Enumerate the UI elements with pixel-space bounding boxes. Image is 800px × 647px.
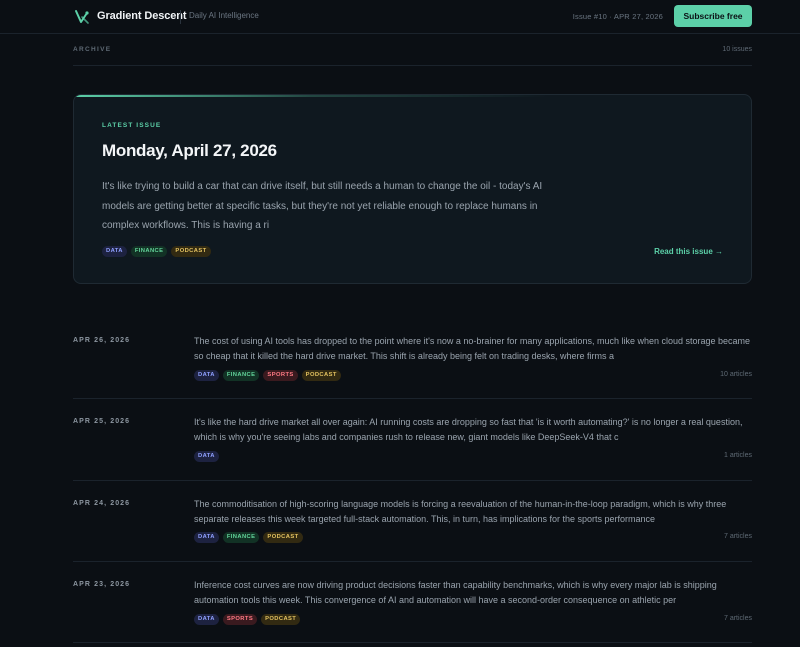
row-divider xyxy=(73,561,752,562)
tag-data[interactable]: DATA xyxy=(194,614,219,625)
featured-issue-title[interactable]: Monday, April 27, 2026 xyxy=(102,141,277,161)
issue-summary[interactable]: The cost of using AI tools has dropped t… xyxy=(194,334,752,363)
tag-data[interactable]: DATA xyxy=(194,451,219,462)
tag-finance[interactable]: FINANCE xyxy=(222,370,260,381)
issue-summary[interactable]: It's like the hard drive market all over… xyxy=(194,415,752,444)
row-divider xyxy=(73,642,752,643)
issue-date: APR 26, 2026 xyxy=(73,337,131,344)
issue-row[interactable]: APR 24, 2026 The commoditisation of high… xyxy=(73,497,752,550)
gradient-descent-logo-icon[interactable] xyxy=(73,8,91,26)
tag-data[interactable]: DATA xyxy=(102,246,127,257)
tag-data[interactable]: DATA xyxy=(194,370,219,381)
issue-date: APR 24, 2026 xyxy=(73,500,131,507)
issue-article-count: 1 articles xyxy=(723,452,752,459)
archive-divider xyxy=(73,65,752,66)
tag-podcast[interactable]: PODCAST xyxy=(301,370,341,381)
tag-sports[interactable]: SPORTS xyxy=(263,370,298,381)
archive-heading: ARCHIVE xyxy=(73,46,112,53)
tag-finance[interactable]: FINANCE xyxy=(130,246,168,257)
issue-date: APR 25, 2026 xyxy=(73,418,131,425)
featured-tag-list: DATA FINANCE PODCAST xyxy=(102,246,211,257)
issue-row[interactable]: APR 25, 2026 It's like the hard drive ma… xyxy=(73,415,752,468)
issue-summary[interactable]: The commoditisation of high-scoring lang… xyxy=(194,497,752,526)
tag-podcast[interactable]: PODCAST xyxy=(263,532,303,543)
latest-issue-label: LATEST ISSUE xyxy=(102,122,162,129)
archive-issue-count: 10 issues xyxy=(722,46,752,53)
tag-podcast[interactable]: PODCAST xyxy=(171,246,211,257)
featured-issue-card[interactable]: LATEST ISSUE Monday, April 27, 2026 It's… xyxy=(73,94,752,284)
tag-sports[interactable]: SPORTS xyxy=(222,614,258,625)
issue-row[interactable]: APR 23, 2026 Inference cost curves are n… xyxy=(73,578,752,631)
featured-accent-bar xyxy=(74,95,751,97)
brand-name[interactable]: Gradient Descent xyxy=(97,10,187,22)
current-issue-meta: Issue #10 · APR 27, 2026 xyxy=(572,12,663,21)
tag-finance[interactable]: FINANCE xyxy=(222,532,260,543)
issue-row[interactable]: APR 26, 2026 The cost of using AI tools … xyxy=(73,334,752,387)
issue-article-count: 10 articles xyxy=(720,371,752,378)
row-divider xyxy=(73,398,752,399)
tag-data[interactable]: DATA xyxy=(194,532,219,543)
featured-issue-excerpt: It's like trying to build a car that can… xyxy=(102,181,543,231)
brand-divider xyxy=(180,10,181,24)
issue-date: APR 23, 2026 xyxy=(73,581,131,588)
issue-tag-list: DATA FINANCE SPORTS PODCAST xyxy=(194,370,341,381)
top-header: Gradient Descent Daily AI Intelligence I… xyxy=(0,0,800,34)
tag-podcast[interactable]: PODCAST xyxy=(261,614,301,625)
issue-article-count: 7 articles xyxy=(723,533,752,540)
issue-tag-list: DATA xyxy=(194,451,219,462)
brand-tagline: Daily AI Intelligence xyxy=(189,11,259,20)
read-this-issue-link[interactable]: Read this issue → xyxy=(654,247,723,256)
subscribe-button[interactable]: Subscribe free xyxy=(674,5,752,27)
issue-article-count: 7 articles xyxy=(723,615,752,622)
row-divider xyxy=(73,480,752,481)
issue-tag-list: DATA FINANCE PODCAST xyxy=(194,532,303,543)
issue-summary[interactable]: Inference cost curves are now driving pr… xyxy=(194,578,752,607)
issue-tag-list: DATA SPORTS PODCAST xyxy=(194,614,301,625)
